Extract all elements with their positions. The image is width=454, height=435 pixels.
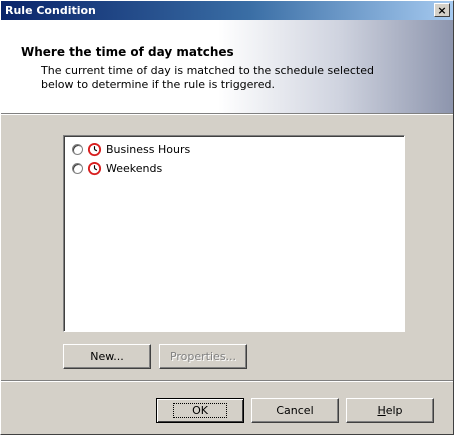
close-icon: × [437,3,447,17]
new-button-label: New... [90,350,124,363]
header-title: Where the time of day matches [21,45,234,59]
schedule-list[interactable]: Business Hours Weekends [63,135,405,332]
schedule-label-weekends: Weekends [106,161,163,175]
title-bar[interactable]: Rule Condition × [1,1,453,20]
properties-button[interactable]: Properties... [159,344,247,369]
clock-icon [87,161,102,175]
clock-icon [87,142,102,156]
footer-divider [1,380,453,382]
schedule-radio-weekends[interactable] [72,162,83,174]
schedule-radio-business-hours[interactable] [72,143,83,155]
window-title: Rule Condition [5,4,96,17]
ok-button-label: OK [173,403,227,418]
rule-condition-dialog: Rule Condition × Where the time of day m… [0,0,454,435]
schedule-item-weekends[interactable]: Weekends [72,159,162,177]
close-button[interactable]: × [434,3,450,17]
new-button[interactable]: New... [63,344,151,369]
help-button[interactable]: Help [346,398,434,423]
ok-button[interactable]: OK [156,398,244,423]
wizard-header: Where the time of day matches The curren… [1,20,453,113]
header-description: The current time of day is matched to th… [41,64,374,91]
help-button-label: Help [377,404,403,417]
cancel-button-label: Cancel [276,404,314,417]
header-divider [1,113,453,115]
cancel-button[interactable]: Cancel [251,398,339,423]
properties-button-label: Properties... [169,350,237,363]
schedule-item-business-hours[interactable]: Business Hours [72,140,190,158]
schedule-label-business-hours: Business Hours [106,142,191,156]
